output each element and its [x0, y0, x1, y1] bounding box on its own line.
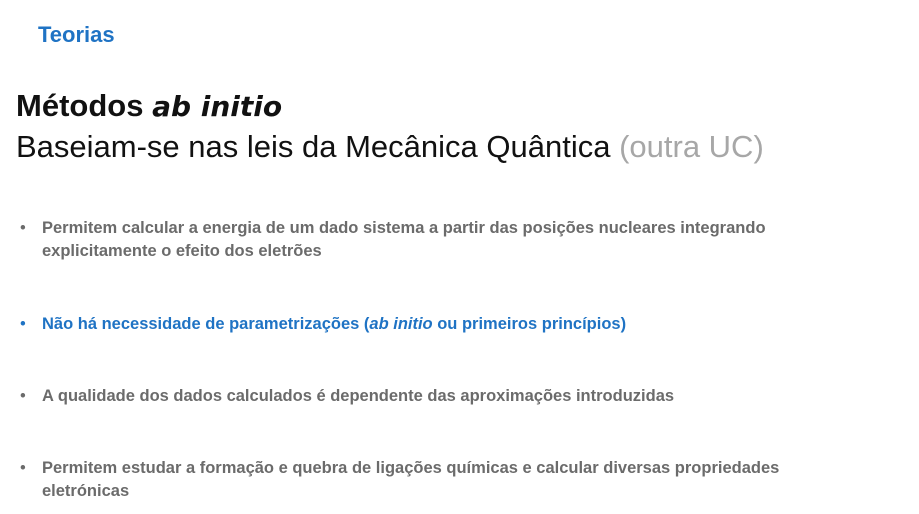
slide-subtitle: Baseiam-se nas leis da Mecânica Quântica… — [16, 129, 764, 165]
bullet-text: Permitem calcular a energia de um dado s… — [42, 219, 766, 260]
slide-title: Métodos ab initio — [16, 88, 282, 124]
bullet-text: Permitem estudar a formação e quebra de … — [42, 459, 780, 500]
bullet-text-italic: ab initio — [369, 315, 433, 333]
bullet-item: • Permitem calcular a energia de um dado… — [20, 217, 822, 263]
bullet-text: Não há necessidade de parametrizações (a… — [42, 313, 822, 336]
bullet-text-end: ou primeiros princípios) — [432, 315, 627, 333]
bullet-item: • Permitem estudar a formação e quebra d… — [20, 457, 822, 503]
title-bold-text: Métodos — [16, 88, 153, 123]
bullet-marker: • — [20, 387, 26, 405]
bullet-marker: • — [20, 459, 26, 477]
bullet-text-start: Não há necessidade de parametrizações ( — [42, 315, 370, 333]
bullet-item-highlighted: • Não há necessidade de parametrizações … — [20, 313, 822, 336]
bullet-text: A qualidade dos dados calculados é depen… — [42, 387, 675, 405]
subtitle-muted-text: (outra UC) — [619, 129, 764, 164]
subtitle-main-text: Baseiam-se nas leis da Mecânica Quântica — [16, 129, 620, 164]
bullet-marker: • — [20, 315, 26, 333]
bullet-marker: • — [20, 219, 26, 237]
title-italic-text: ab initio — [152, 90, 283, 123]
bullet-item: • A qualidade dos dados calculados é dep… — [20, 385, 822, 408]
section-label: Teorias — [38, 22, 115, 47]
